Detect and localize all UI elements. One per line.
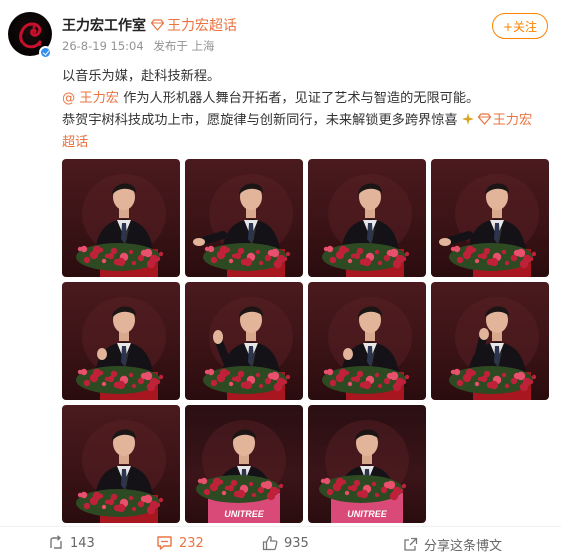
comment-button[interactable]: 232 [156, 535, 204, 551]
speaker-photo-image [322, 174, 412, 277]
speaker-photo-image: UNITREE [196, 420, 286, 523]
mention-link[interactable]: @ 王力宏 [62, 91, 119, 106]
share-button[interactable]: 分享这条博文 [403, 535, 502, 554]
comment-icon [157, 536, 172, 550]
author-name[interactable]: 王力宏工作室 [62, 15, 146, 35]
photo-thumbnail[interactable] [431, 282, 549, 400]
weibo-post-card: 王力宏工作室 王力宏超话 26-8-19 15:04 发布于 上海 +关注 以音… [0, 0, 561, 558]
photo-thumbnail[interactable] [62, 159, 180, 277]
photo-thumbnail[interactable] [185, 159, 303, 277]
photo-thumbnail[interactable]: UNITREE [308, 405, 426, 523]
speaker-photo-image: UNITREE [319, 420, 409, 523]
photo-thumbnail[interactable] [62, 282, 180, 400]
photo-thumbnail[interactable] [308, 159, 426, 277]
post-line-3-text: 恭贺宇树科技成功上市，愿旋律与创新同行，未来解锁更多跨界惊喜 [62, 113, 458, 128]
topic-link[interactable]: 王力宏 [477, 113, 533, 128]
speaker-photo-image [193, 174, 293, 277]
sparkle-icon [461, 113, 474, 125]
photo-thumbnail[interactable] [308, 282, 426, 400]
follow-button[interactable]: +关注 [492, 13, 548, 39]
speaker-photo-image [76, 420, 166, 523]
verified-icon [39, 46, 52, 59]
repost-icon [50, 535, 62, 549]
post-body: 以音乐为媒，赴科技新程。 @ 王力宏 作为人形机器人舞台开拓者，见证了艺术与智造… [62, 66, 550, 154]
share-label: 分享这条博文 [424, 539, 503, 554]
speaker-photo-image [449, 297, 539, 400]
speaker-photo-image [322, 297, 412, 400]
repost-button[interactable]: 143 [48, 535, 95, 551]
post-source: 发布于 上海 [153, 39, 215, 53]
post-line-1: 以音乐为媒，赴科技新程。 [62, 69, 221, 84]
like-button[interactable]: 935 [262, 535, 309, 551]
repost-count: 143 [70, 535, 95, 551]
speaker-photo-image [76, 297, 166, 400]
post-meta: 26-8-19 15:04 发布于 上海 [62, 38, 221, 54]
post-timestamp[interactable]: 26-8-19 15:04 [62, 39, 144, 53]
super-topic-link[interactable]: 王力宏超话 [151, 15, 237, 35]
topic-part-2[interactable]: 超话 [62, 135, 88, 150]
photo-thumbnail[interactable] [185, 282, 303, 400]
diamond-icon [151, 19, 164, 31]
super-topic-label: 王力宏超话 [167, 18, 237, 34]
diamond-icon [477, 113, 491, 125]
speaker-photo-image [439, 174, 539, 277]
topic-part-1: 王力宏 [492, 113, 533, 128]
post-line-2: @ 王力宏 作为人形机器人舞台开拓者，见证了艺术与智造的无限可能。 [62, 88, 550, 110]
speaker-photo-image [76, 174, 166, 277]
post-line-3: 恭贺宇树科技成功上市，愿旋律与创新同行，未来解锁更多跨界惊喜 王力宏超话 [62, 110, 550, 154]
comment-count: 232 [179, 535, 204, 551]
like-icon [262, 535, 278, 551]
share-icon [404, 537, 418, 551]
svg-text:UNITREE: UNITREE [224, 509, 264, 519]
photo-thumbnail[interactable] [431, 159, 549, 277]
svg-text:UNITREE: UNITREE [347, 509, 387, 519]
speaker-photo-image [203, 297, 293, 400]
photo-thumbnail[interactable] [62, 405, 180, 523]
post-line-2-text: 作为人形机器人舞台开拓者，见证了艺术与智造的无限可能。 [118, 91, 480, 106]
photo-thumbnail[interactable]: UNITREE [185, 405, 303, 523]
like-count: 935 [284, 535, 309, 551]
action-bar: 143 232 935 分享这条博文 [0, 526, 561, 558]
